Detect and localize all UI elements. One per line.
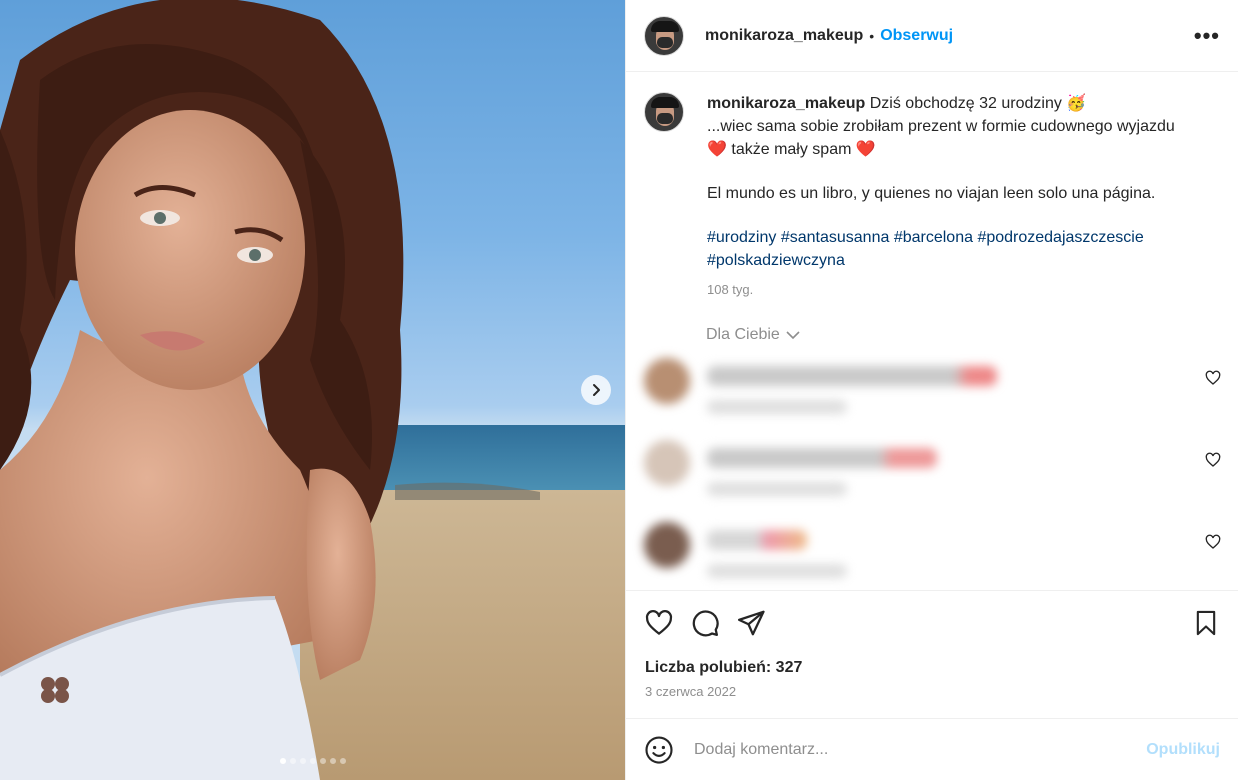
carousel-dot bbox=[329, 758, 336, 764]
carousel-dot bbox=[289, 758, 296, 764]
post-date: 3 czerwca 2022 bbox=[645, 684, 737, 699]
comment-like-icon[interactable] bbox=[1205, 370, 1221, 386]
caption-username[interactable]: monikaroza_makeup bbox=[707, 95, 865, 112]
follow-button[interactable]: Obserwuj bbox=[880, 27, 953, 45]
separator-dot: • bbox=[869, 27, 875, 44]
add-comment-bar: Opublikuj bbox=[626, 718, 1238, 780]
chevron-down-icon bbox=[786, 331, 800, 340]
like-icon[interactable] bbox=[644, 608, 674, 638]
comments-filter-label: Dla Ciebie bbox=[706, 326, 780, 343]
likes-count[interactable]: Liczba polubień: 327 bbox=[645, 659, 802, 677]
comment-item bbox=[644, 440, 1221, 510]
caption-line-2: ...wiec sama sobie zrobiłam prezent w fo… bbox=[707, 118, 1175, 135]
party-face-emoji: 🥳 bbox=[1066, 95, 1087, 112]
comment-like-icon[interactable] bbox=[1205, 534, 1221, 550]
post-actions-bar bbox=[644, 603, 1220, 643]
author-username[interactable]: monikaroza_makeup bbox=[705, 27, 863, 45]
hashtag-link[interactable]: #barcelona bbox=[894, 229, 973, 246]
carousel-dot bbox=[309, 758, 316, 764]
comments-filter-dropdown[interactable]: Dla Ciebie bbox=[706, 326, 800, 344]
caption-line-2-tail: także mały spam bbox=[731, 141, 852, 158]
comment-item bbox=[644, 358, 1221, 428]
carousel-dot bbox=[299, 758, 306, 764]
carousel-dot bbox=[279, 758, 286, 764]
caption-line-1: Dziś obchodzę 32 urodziny bbox=[869, 95, 1062, 112]
author-avatar[interactable] bbox=[644, 15, 684, 56]
caption-avatar[interactable] bbox=[644, 92, 684, 132]
carousel-next-button[interactable] bbox=[581, 375, 611, 405]
red-heart-emoji: ❤️ bbox=[855, 141, 876, 158]
smiley-icon[interactable] bbox=[644, 735, 674, 765]
post-caption: monikaroza_makeup Dziś obchodzę 32 urodz… bbox=[644, 92, 1220, 301]
comment-input[interactable] bbox=[694, 740, 1147, 759]
hashtag-link[interactable]: #santasusanna bbox=[781, 229, 890, 246]
post-header: monikaroza_makeup • Obserwuj ••• bbox=[626, 0, 1238, 72]
post-photo bbox=[0, 0, 625, 780]
bookmark-icon[interactable] bbox=[1192, 608, 1220, 638]
share-icon[interactable] bbox=[736, 608, 766, 638]
comment-icon[interactable] bbox=[690, 608, 720, 638]
hashtag-link[interactable]: #podrozedajaszczescie bbox=[977, 229, 1143, 246]
chevron-right-icon bbox=[593, 384, 600, 396]
hashtag-link[interactable]: #urodziny bbox=[707, 229, 776, 246]
comment-like-icon[interactable] bbox=[1205, 452, 1221, 468]
red-heart-emoji: ❤️ bbox=[707, 141, 727, 158]
post-media[interactable] bbox=[0, 0, 625, 780]
comment-item bbox=[644, 522, 1221, 592]
commenter-avatar[interactable] bbox=[644, 522, 690, 568]
hashtag-list: #urodziny #santasusanna #barcelona #podr… bbox=[707, 226, 1177, 272]
caption-time: 108 tyg. bbox=[707, 282, 754, 297]
post-sidebar: monikaroza_makeup • Obserwuj ••• monikar… bbox=[625, 0, 1238, 780]
more-options-icon[interactable]: ••• bbox=[1194, 24, 1220, 47]
publish-button[interactable]: Opublikuj bbox=[1146, 741, 1220, 759]
hashtag-link[interactable]: #polskadziewczyna bbox=[707, 252, 845, 269]
commenter-avatar[interactable] bbox=[644, 358, 690, 404]
carousel-indicator bbox=[0, 758, 625, 764]
caption-quote: El mundo es un libro, y quienes no viaja… bbox=[707, 185, 1156, 202]
carousel-dot bbox=[319, 758, 326, 764]
carousel-dot bbox=[339, 758, 346, 764]
commenter-avatar[interactable] bbox=[644, 440, 690, 486]
